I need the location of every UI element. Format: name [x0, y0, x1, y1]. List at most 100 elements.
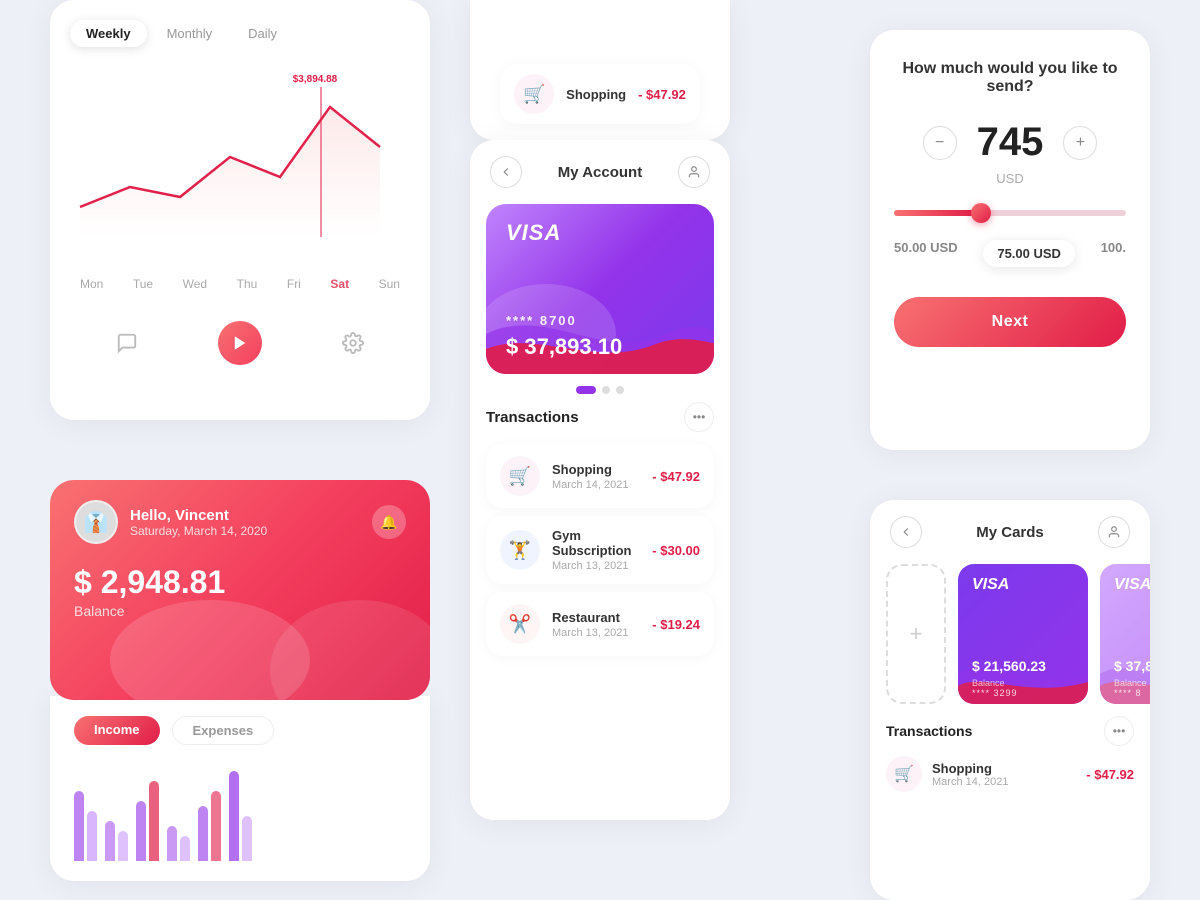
- balance-amount: $ 2,948.81: [74, 564, 406, 601]
- transaction-item-restaurant: ✂️ Restaurant March 13, 2021 - $19.24: [486, 592, 714, 656]
- balance-section: $ 2,948.81 Balance: [74, 564, 406, 619]
- play-icon[interactable]: [218, 321, 262, 365]
- income-tabs: Income Expenses: [74, 716, 406, 745]
- gym-date: March 13, 2021: [552, 560, 640, 572]
- tab-monthly[interactable]: Monthly: [151, 20, 229, 47]
- transactions-section: Transactions ••• 🛒 Shopping March 14, 20…: [470, 402, 730, 656]
- income-tab[interactable]: Income: [74, 716, 160, 745]
- shopping-amount: - $47.92: [652, 469, 700, 484]
- chart-card: Weekly Monthly Daily $3,894.88 Mon: [50, 0, 430, 420]
- cards-tx-title: Transactions: [886, 723, 972, 739]
- next-button[interactable]: Next: [894, 297, 1126, 347]
- cards-shopping-name: Shopping: [932, 761, 1076, 776]
- chat-icon[interactable]: [105, 321, 149, 365]
- cards-shopping-info: Shopping March 14, 2021: [932, 761, 1076, 788]
- hello-user: 👔 Hello, Vincent Saturday, March 14, 202…: [74, 500, 267, 544]
- cards-scroll: + VISA $ 21,560.23 Balance **** 3299 VIS…: [870, 564, 1150, 704]
- increase-button[interactable]: +: [1063, 126, 1097, 160]
- mini-card-number-1: **** 3299: [972, 688, 1018, 698]
- transactions-header: Transactions •••: [486, 402, 714, 432]
- dot-1[interactable]: [576, 386, 596, 394]
- more-button[interactable]: •••: [684, 402, 714, 432]
- top-partial-card: 🛒 Shopping - $47.92: [470, 0, 730, 140]
- amount-currency: USD: [894, 171, 1126, 186]
- send-card: How much would you like to send? − 745 +…: [870, 30, 1150, 450]
- cards-back-button[interactable]: [890, 516, 922, 548]
- restaurant-info: Restaurant March 13, 2021: [552, 610, 640, 639]
- send-title: How much would you like to send?: [894, 60, 1126, 96]
- slider-thumb[interactable]: [971, 203, 991, 223]
- mini-card-number-2: **** 8: [1114, 688, 1142, 698]
- account-header: My Account: [470, 140, 730, 204]
- mini-card-purple[interactable]: VISA $ 21,560.23 Balance **** 3299: [958, 564, 1088, 704]
- partial-tx-amount: - $47.92: [638, 87, 686, 102]
- back-button[interactable]: [490, 156, 522, 188]
- cards-more-button[interactable]: •••: [1104, 716, 1134, 746]
- partial-tx-name: Shopping: [566, 87, 626, 102]
- amount-value: 745: [977, 120, 1044, 165]
- cards-card: My Cards + VISA $ 21,560.23 Balance ****…: [870, 500, 1150, 900]
- day-labels: Mon Tue Wed Thu Fri Sat Sun: [70, 277, 410, 291]
- dot-2[interactable]: [602, 386, 610, 394]
- partial-tx-icon: 🛒: [514, 74, 554, 114]
- partial-transaction: 🛒 Shopping - $47.92: [500, 64, 700, 124]
- hello-bottom: Income Expenses: [50, 696, 430, 881]
- shopping-name: Shopping: [552, 462, 640, 477]
- account-title: My Account: [558, 164, 642, 181]
- bell-icon[interactable]: 🔔: [372, 505, 406, 539]
- card-indicators: [470, 374, 730, 402]
- mini-visa-logo-2: VISA: [1114, 576, 1150, 594]
- restaurant-amount: - $19.24: [652, 617, 700, 632]
- decrease-button[interactable]: −: [923, 126, 957, 160]
- transaction-item-gym: 🏋 Gym Subscription March 13, 2021 - $30.…: [486, 516, 714, 584]
- mini-card-label-1: Balance: [972, 678, 1005, 688]
- amount-slider[interactable]: [894, 210, 1126, 216]
- bar-chart: [74, 761, 406, 861]
- chart-area: $3,894.88: [70, 67, 410, 267]
- gym-icon: 🏋: [500, 530, 540, 570]
- chart-tabs: Weekly Monthly Daily: [70, 20, 410, 47]
- chart-actions: [70, 321, 410, 365]
- transaction-item-shopping: 🛒 Shopping March 14, 2021 - $47.92: [486, 444, 714, 508]
- hello-name: Hello, Vincent: [130, 507, 267, 524]
- user-icon[interactable]: [678, 156, 710, 188]
- day-fri: Fri: [287, 277, 301, 291]
- preset-50[interactable]: 50.00 USD: [894, 240, 958, 267]
- cards-shopping-icon: 🛒: [886, 756, 922, 792]
- card-number: **** 8700: [506, 313, 577, 328]
- cards-shopping-date: March 14, 2021: [932, 776, 1076, 788]
- mini-card-balance-2: $ 37,8: [1114, 658, 1150, 674]
- balance-label: Balance: [74, 603, 406, 619]
- partial-tx-info: Shopping: [566, 87, 626, 102]
- cards-user-icon[interactable]: [1098, 516, 1130, 548]
- cards-transactions: Transactions ••• 🛒 Shopping March 14, 20…: [870, 704, 1150, 792]
- add-card-button[interactable]: +: [886, 564, 946, 704]
- day-wed: Wed: [183, 277, 207, 291]
- day-sat: Sat: [330, 277, 349, 291]
- visa-card: VISA **** 8700 $ 37,893.10: [486, 204, 714, 374]
- account-card: My Account VISA **** 8700 $ 37,893.10: [470, 140, 730, 820]
- shopping-icon: 🛒: [500, 456, 540, 496]
- mini-card-pink[interactable]: VISA $ 37,8 Balance **** 8: [1100, 564, 1150, 704]
- gym-amount: - $30.00: [652, 543, 700, 558]
- hello-card: 👔 Hello, Vincent Saturday, March 14, 202…: [50, 480, 430, 900]
- card-balance: $ 37,893.10: [506, 334, 622, 360]
- tab-weekly[interactable]: Weekly: [70, 20, 147, 47]
- svg-text:$3,894.88: $3,894.88: [293, 74, 338, 85]
- gym-info: Gym Subscription March 13, 2021: [552, 528, 640, 572]
- mini-card-label-2: Balance: [1114, 678, 1147, 688]
- preset-100[interactable]: 100.: [1101, 240, 1126, 267]
- tab-daily[interactable]: Daily: [232, 20, 293, 47]
- settings-icon[interactable]: [331, 321, 375, 365]
- restaurant-name: Restaurant: [552, 610, 640, 625]
- restaurant-icon: ✂️: [500, 604, 540, 644]
- preset-75[interactable]: 75.00 USD: [983, 240, 1075, 267]
- dot-3[interactable]: [616, 386, 624, 394]
- expenses-tab[interactable]: Expenses: [172, 716, 275, 745]
- day-sun: Sun: [379, 277, 400, 291]
- cards-title: My Cards: [976, 524, 1044, 541]
- day-tue: Tue: [133, 277, 153, 291]
- cards-header: My Cards: [870, 500, 1150, 564]
- slider-fill: [894, 210, 975, 216]
- amount-presets: 50.00 USD 75.00 USD 100.: [894, 240, 1126, 267]
